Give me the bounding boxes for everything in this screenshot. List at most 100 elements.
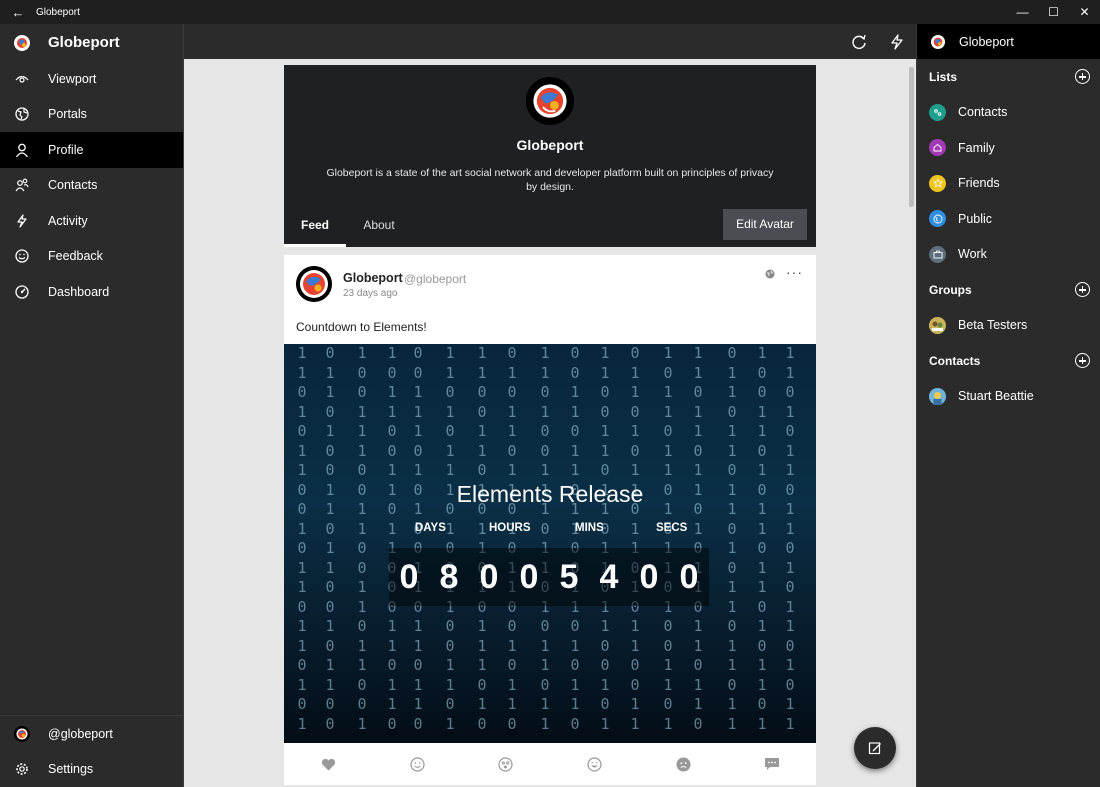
sidebar-item-portals[interactable]: Portals — [0, 97, 183, 133]
countdown-label-hours: HOURS — [489, 522, 531, 534]
sidebar-item-contacts[interactable]: Contacts — [0, 168, 183, 204]
matrix-column: 1 1 0 1 0 1 1 0 1 1 0 1 0 1 1 0 1 0 1 1 — [785, 344, 795, 733]
tab-feed[interactable]: Feed — [284, 207, 346, 247]
countdown-label-mins: MINS — [575, 522, 604, 534]
post-timestamp: 23 days ago — [343, 288, 398, 299]
right-panel-account[interactable]: Globeport — [917, 24, 1100, 59]
globe-icon — [929, 210, 946, 228]
countdown-digit: 8 — [429, 548, 469, 606]
add-list-icon[interactable] — [1075, 69, 1090, 85]
surprised-icon[interactable] — [461, 756, 550, 772]
sidebar-item-label: @globeport — [48, 726, 113, 741]
scrollbar-thumb[interactable] — [909, 67, 914, 207]
smile-icon[interactable] — [373, 756, 462, 772]
matrix-column: 0 0 1 1 1 0 1 0 1 0 0 1 1 0 1 1 0 1 1 0 — [413, 344, 423, 733]
close-button[interactable]: ✕ — [1069, 5, 1100, 19]
lists-title: Lists — [929, 69, 958, 84]
matrix-column: 1 1 0 1 1 0 1 1 0 1 0 1 1 0 1 1 0 1 1 0 — [693, 344, 703, 733]
sidebar-item-dashboard[interactable]: Dashboard — [0, 274, 183, 310]
edit-avatar-button[interactable]: Edit Avatar — [723, 209, 807, 240]
header-bar — [184, 24, 916, 59]
feed-post: Globeport @globeport 23 days ago ··· Cou… — [284, 255, 816, 785]
countdown-image: 1 1 0 1 0 1 1 0 0 1 0 1 1 0 1 1 0 1 0 1 … — [284, 344, 816, 743]
list-item-label: Family — [958, 140, 995, 155]
contacts-header: Contacts — [917, 343, 1100, 379]
heart-icon[interactable] — [284, 758, 373, 771]
comment-icon[interactable] — [727, 757, 816, 771]
group-item-beta-testers[interactable]: Beta Testers — [917, 308, 1100, 344]
sidebar-item-feedback[interactable]: Feedback — [0, 239, 183, 275]
groups-header: Groups — [917, 272, 1100, 308]
contact-item-stuart-beattie[interactable]: Stuart Beattie — [917, 379, 1100, 415]
lists-header: Lists — [917, 59, 1100, 95]
main-content: Globeport Globeport is a state of the ar… — [184, 59, 907, 787]
minimize-button[interactable]: — — [1007, 5, 1038, 19]
title-bar: ← Globeport — ☐ ✕ — [0, 0, 1100, 24]
back-button[interactable]: ← — [0, 5, 36, 20]
sidebar-item-label: Feedback — [48, 249, 103, 264]
countdown-label-days: DAYS — [415, 522, 446, 534]
sidebar-item-label: Activity — [48, 213, 88, 228]
post-author-avatar[interactable] — [296, 266, 332, 302]
right-panel: Globeport Lists Contacts Family Friends … — [916, 24, 1100, 787]
profile-card: Globeport Globeport is a state of the ar… — [284, 65, 816, 247]
countdown-digit: 4 — [589, 548, 629, 606]
sidebar-item-account[interactable]: @globeport — [0, 716, 184, 752]
sidebar-item-settings[interactable]: Settings — [0, 752, 184, 787]
countdown-digit: 0 — [389, 548, 429, 606]
post-author-name: Globeport — [343, 271, 403, 285]
sidebar-item-label: Viewport — [48, 71, 97, 86]
list-item-work[interactable]: Work — [917, 237, 1100, 273]
add-contact-icon[interactable] — [1075, 353, 1090, 369]
gear-icon — [14, 761, 30, 777]
compose-icon — [868, 742, 881, 755]
profile-tabs: Feed About Edit Avatar — [284, 207, 816, 247]
profile-description: Globeport is a state of the art social n… — [326, 167, 774, 193]
list-item-public[interactable]: Public — [917, 201, 1100, 237]
countdown-digit: 5 — [549, 548, 589, 606]
matrix-column: 1 1 0 1 0 0 1 1 1 0 1 1 0 1 0 1 1 0 1 1 — [540, 344, 550, 733]
maximize-button[interactable]: ☐ — [1038, 5, 1069, 19]
post-author[interactable]: Globeport — [343, 271, 403, 285]
matrix-column: 1 1 0 0 1 1 0 1 0 1 1 0 1 0 1 1 1 0 1 0 — [477, 344, 487, 733]
post-author-handle: @globeport — [404, 272, 467, 286]
sidebar-item-label: Dashboard — [48, 284, 110, 299]
laugh-icon[interactable] — [550, 756, 639, 772]
compose-button[interactable] — [854, 727, 896, 769]
dashboard-icon — [14, 284, 30, 300]
matrix-column: 1 0 1 1 0 1 1 0 1 0 1 1 0 1 0 0 1 1 0 1 — [663, 344, 673, 733]
list-item-family[interactable]: Family — [917, 130, 1100, 166]
sad-icon[interactable] — [639, 757, 728, 772]
list-item-friends[interactable]: Friends — [917, 166, 1100, 202]
star-icon — [929, 174, 946, 192]
lightning-icon[interactable] — [888, 33, 906, 51]
list-item-contacts[interactable]: Contacts — [917, 95, 1100, 131]
refresh-icon[interactable] — [850, 33, 868, 51]
sidebar-item-activity[interactable]: Activity — [0, 203, 183, 239]
reaction-bar — [284, 743, 816, 785]
matrix-column: 1 0 0 1 1 0 1 0 1 1 0 1 1 0 1 0 1 1 0 1 — [757, 344, 767, 733]
countdown-digit: 0 — [469, 548, 509, 606]
matrix-column: 1 1 0 1 0 1 1 0 0 1 0 1 1 0 1 1 0 1 0 1 — [297, 344, 307, 733]
post-text: Countdown to Elements! — [296, 320, 427, 334]
public-globe-icon — [765, 269, 775, 279]
post-more-button[interactable]: ··· — [786, 264, 803, 280]
sidebar: Globeport Viewport Portals Profile Conta… — [0, 24, 184, 787]
sidebar-item-profile[interactable]: Profile — [0, 132, 183, 168]
sidebar-item-label: Settings — [48, 762, 94, 777]
matrix-column: 0 1 0 1 1 0 1 1 0 1 0 1 1 0 0 1 0 1 1 0 — [507, 344, 517, 733]
contact-avatar — [929, 387, 946, 405]
matrix-column: 1 0 0 1 1 1 0 0 1 1 0 0 1 1 0 1 1 0 0 1 — [357, 344, 367, 733]
globeport-logo-icon — [931, 34, 945, 49]
main-scrollbar[interactable] — [907, 59, 916, 787]
sidebar-item-label: Profile — [48, 142, 84, 157]
person-icon — [14, 142, 30, 158]
sidebar-item-viewport[interactable]: Viewport — [0, 61, 183, 97]
list-item-label: Contacts — [958, 105, 1008, 120]
group-item-label: Beta Testers — [958, 318, 1028, 333]
tab-about[interactable]: About — [350, 207, 408, 247]
brand[interactable]: Globeport — [0, 24, 183, 61]
countdown-digit: 0 — [669, 548, 709, 606]
matrix-column: 1 1 0 0 1 1 0 1 1 0 1 1 0 1 1 0 0 1 0 1 — [600, 344, 610, 733]
add-group-icon[interactable] — [1075, 282, 1090, 298]
